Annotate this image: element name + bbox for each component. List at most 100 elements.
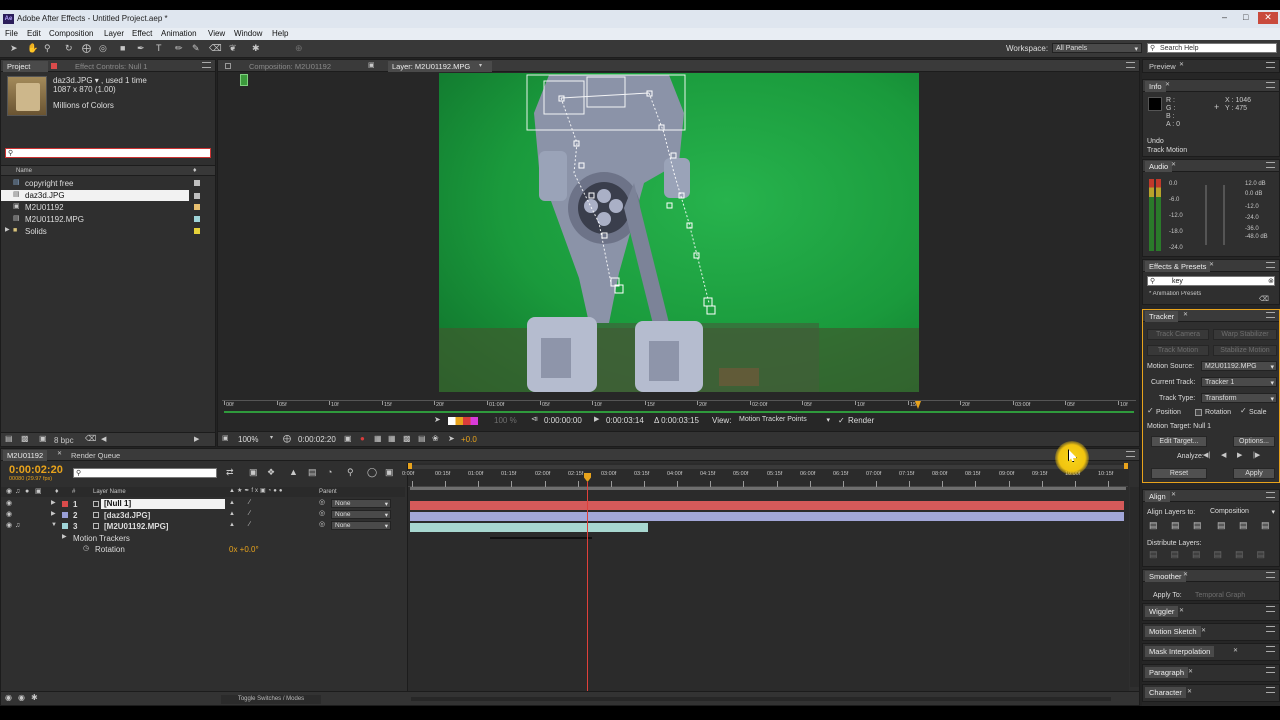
close-tab-icon[interactable]: ✕ — [1233, 648, 1238, 654]
panel-menu-icon[interactable] — [1266, 262, 1275, 268]
layer-row[interactable]: ◉ ▶ 2 [daz3d.JPG] ▲ ∕ ◎ None ▾ — [1, 510, 405, 521]
exposure-icon[interactable]: ❀ — [432, 435, 439, 443]
tab-tracker[interactable]: Tracker — [1145, 311, 1179, 322]
minimize-icon[interactable]: – — [1222, 13, 1227, 22]
apply-button[interactable]: Apply — [1233, 468, 1275, 479]
menu-layer[interactable]: Layer — [104, 30, 124, 38]
menu-window[interactable]: Window — [234, 30, 262, 38]
camera-tool-icon[interactable]: ⨁ — [82, 44, 91, 53]
panel-menu-icon[interactable] — [1266, 312, 1275, 318]
project-item[interactable]: ▣ M2U01192 — [1, 202, 201, 213]
workspace-select[interactable]: All Panels ▾ — [1052, 43, 1142, 53]
work-area-top[interactable] — [408, 465, 1128, 469]
quality-icon[interactable]: ∕ — [249, 510, 250, 517]
collapse-triangle-icon[interactable]: ▼ — [51, 522, 57, 528]
expand-triangle-icon[interactable]: ▶ — [5, 227, 10, 233]
playhead-handle-icon[interactable] — [584, 473, 591, 482]
align-right-icon[interactable]: ▤ — [1193, 521, 1202, 530]
col-layer-name-header[interactable]: Layer Name — [93, 489, 126, 495]
expand-triangle-icon[interactable]: ▶ — [51, 511, 56, 517]
tab-composition[interactable]: Composition: M2U01192 — [245, 61, 335, 72]
close-icon[interactable]: ✕ — [1258, 12, 1278, 24]
roto-brush-tool-icon[interactable]: ❦ — [229, 44, 237, 53]
panel-menu-icon[interactable] — [1126, 62, 1135, 68]
close-tab-icon[interactable]: ✕ — [1183, 312, 1188, 318]
layer-dropdown-icon[interactable]: ▾ — [479, 63, 482, 69]
motion-source-select[interactable]: M2U01192.MPG ▾ — [1201, 361, 1277, 371]
clear-search-icon[interactable]: ⊗ — [1268, 278, 1274, 285]
color-channels-icon[interactable] — [448, 417, 478, 425]
rectangle-tool-icon[interactable]: ■ — [120, 44, 125, 53]
rotation-checkbox[interactable] — [1195, 409, 1202, 416]
work-area-end-icon[interactable] — [1124, 463, 1128, 469]
transfer-controls-icon[interactable]: ◉ — [18, 694, 25, 702]
new-folder-icon[interactable]: ▩ — [21, 435, 29, 443]
camera-snapshot-icon[interactable]: ▣ — [344, 435, 352, 443]
layer-name-selected[interactable]: [Null 1] — [101, 499, 225, 509]
toggle-switches-modes[interactable]: Toggle Switches / Modes — [221, 695, 321, 704]
brainstorm-icon[interactable]: ⚲ — [347, 468, 354, 477]
menu-edit[interactable]: Edit — [27, 30, 41, 38]
project-item-selected[interactable]: ▤ daz3d.JPG — [1, 190, 189, 201]
menu-animation[interactable]: Animation — [161, 30, 197, 38]
align-hcenter-icon[interactable]: ▤ — [1171, 521, 1180, 530]
menu-file[interactable]: File — [5, 30, 18, 38]
close-tab-icon[interactable]: ✕ — [1201, 628, 1206, 634]
analyze-back-frame-icon[interactable]: ◀| — [1203, 452, 1210, 459]
close-tab-icon[interactable]: ✕ — [1188, 669, 1193, 675]
scale-checkbox[interactable]: ✓ — [1240, 407, 1247, 415]
new-comp-icon[interactable]: ▣ — [39, 435, 47, 443]
close-tab-icon[interactable]: ✕ — [1179, 608, 1184, 614]
interpret-footage-icon[interactable]: ▤ — [5, 435, 13, 443]
shy-icon[interactable]: ▲ — [229, 511, 235, 517]
fast-previews-icon[interactable]: ▤ — [418, 435, 426, 443]
timeline-current-time[interactable]: 0:00:02:20 — [9, 465, 63, 476]
visibility-eye-icon[interactable]: ◉ — [6, 511, 12, 518]
viewer-current-time[interactable]: 0:00:02:20 — [298, 436, 336, 444]
auto-keyframe-icon[interactable]: ◯ — [367, 468, 377, 477]
panel-menu-icon[interactable] — [1266, 667, 1275, 673]
layer-row[interactable]: ◉ ▶ 1 [Null 1] ▲ ∕ ◎ None ▾ — [1, 499, 405, 510]
parent-pickwhip-icon[interactable]: ◎ — [319, 521, 325, 528]
close-tab-icon[interactable]: ✕ — [1171, 492, 1176, 498]
zoom-dropdown-icon[interactable]: ▾ — [270, 435, 273, 441]
tab-smoother[interactable]: Smoother — [1145, 571, 1186, 582]
panel-menu-icon[interactable] — [1266, 646, 1275, 652]
reset-button[interactable]: Reset — [1151, 468, 1207, 479]
timeline-ruler[interactable]: 0:00f 00:15f 01:00f 01:15f 02:00f 02:15f 03:00… — [402, 471, 1128, 487]
rotation-value[interactable]: 0x +0.0° — [229, 546, 259, 554]
live-update-icon[interactable]: ▣ — [249, 468, 258, 477]
panel-menu-icon[interactable] — [1266, 606, 1275, 612]
effects-search-input[interactable]: ⚲ key ⊗ — [1147, 276, 1275, 286]
label-color-swatch[interactable] — [62, 501, 68, 507]
grid-icon[interactable]: ▦ — [374, 435, 382, 443]
tab-wiggler[interactable]: Wiggler — [1145, 606, 1179, 617]
trash-icon[interactable]: ⌫ — [85, 435, 96, 443]
panel-menu-icon[interactable] — [202, 62, 211, 68]
tab-layer[interactable]: Layer: M2U01192.MPG — [388, 61, 492, 72]
quality-icon[interactable]: ∕ — [249, 521, 250, 528]
tab-character[interactable]: Character — [1145, 687, 1186, 698]
panel-menu-icon[interactable] — [1126, 451, 1135, 457]
tab-motion-sketch[interactable]: Motion Sketch — [1145, 626, 1201, 637]
draft-3d-icon[interactable]: ❖ — [267, 468, 275, 477]
puppet-tool-icon[interactable]: ✱ — [252, 44, 260, 53]
safe-margins-icon[interactable]: ⨁ — [283, 435, 291, 443]
project-item[interactable]: ▤ copyright free — [1, 178, 201, 189]
close-tab-icon[interactable]: ✕ — [1183, 572, 1188, 578]
panel-menu-icon[interactable] — [1266, 162, 1275, 168]
out-time[interactable]: 0:00:03:14 — [606, 417, 644, 425]
shy-icon[interactable]: ▲ — [229, 500, 235, 506]
close-tab-icon[interactable]: ✕ — [57, 451, 62, 457]
rotation-property-row[interactable]: ◷ Rotation 0x +0.0° — [1, 544, 405, 555]
quality-icon[interactable]: ∕ — [249, 499, 250, 506]
audio-slider-left[interactable] — [1205, 185, 1207, 245]
layer-bar-null[interactable] — [410, 501, 1124, 510]
set-in-icon[interactable]: ⧏ — [531, 416, 538, 423]
analyze-backward-icon[interactable]: ◀ — [1221, 452, 1226, 459]
type-tool-icon[interactable]: T — [156, 44, 162, 53]
panel-menu-icon[interactable] — [1266, 572, 1275, 578]
tab-paragraph[interactable]: Paragraph — [1145, 667, 1189, 678]
align-top-icon[interactable]: ▤ — [1217, 521, 1226, 530]
tab-timeline-comp[interactable]: M2U01192 — [3, 450, 48, 461]
